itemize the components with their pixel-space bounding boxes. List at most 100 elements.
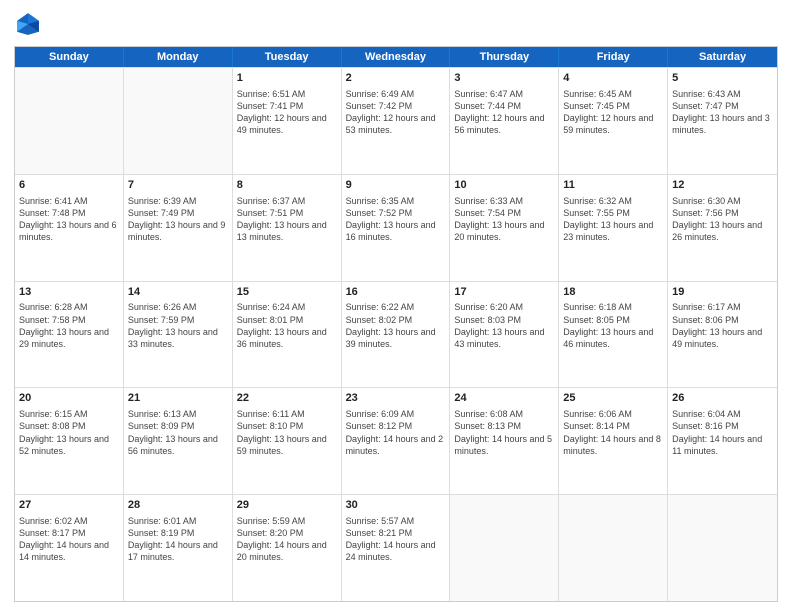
- calendar-cell: 5 Sunrise: 6:43 AM Sunset: 7:47 PM Daylig…: [668, 68, 777, 174]
- weekday-header: Thursday: [450, 47, 559, 67]
- calendar-cell: 7Sunrise: 6:39 AM Sunset: 7:49 PM Daylig…: [124, 175, 233, 281]
- calendar-cell: 27 Sunrise: 6:02 AM Sunset: 8:17 PM Dayli…: [15, 495, 124, 601]
- cell-text: Sunrise: 6:15 AM Sunset: 8:08 PM Dayligh…: [19, 408, 119, 457]
- calendar-cell: [15, 68, 124, 174]
- calendar-row: 13Sunrise: 6:28 AM Sunset: 7:58 PM Dayli…: [15, 281, 777, 388]
- page: SundayMondayTuesdayWednesdayThursdayFrid…: [0, 0, 792, 612]
- calendar-cell: 18Sunrise: 6:18 AM Sunset: 8:05 PM Dayli…: [559, 282, 668, 388]
- cell-text: Sunrise: 6:45 AM Sunset: 7:45 PM Dayligh…: [563, 88, 663, 137]
- weekday-header: Monday: [124, 47, 233, 67]
- cell-text: Sunrise: 6:06 AM Sunset: 8:14 PM Dayligh…: [563, 408, 663, 457]
- weekday-header: Saturday: [668, 47, 777, 67]
- calendar: SundayMondayTuesdayWednesdayThursdayFrid…: [14, 46, 778, 602]
- day-number: 7: [128, 178, 228, 193]
- day-number: 25: [563, 391, 663, 406]
- day-number: 12: [672, 178, 773, 193]
- calendar-cell: 8 Sunrise: 6:37 AM Sunset: 7:51 PM Daylig…: [233, 175, 342, 281]
- calendar-cell: 1 Sunrise: 6:51 AM Sunset: 7:41 PM Daylig…: [233, 68, 342, 174]
- cell-text: Sunrise: 6:08 AM Sunset: 8:13 PM Dayligh…: [454, 408, 554, 457]
- day-number: 18: [563, 285, 663, 300]
- calendar-cell: 26Sunrise: 6:04 AM Sunset: 8:16 PM Dayli…: [668, 388, 777, 494]
- weekday-header: Wednesday: [342, 47, 451, 67]
- cell-text: Sunrise: 6:43 AM Sunset: 7:47 PM Dayligh…: [672, 88, 773, 137]
- calendar-cell: 23 Sunrise: 6:09 AM Sunset: 8:12 PM Dayli…: [342, 388, 451, 494]
- calendar-cell: 29Sunrise: 5:59 AM Sunset: 8:20 PM Dayli…: [233, 495, 342, 601]
- day-number: 21: [128, 391, 228, 406]
- cell-text: Sunrise: 6:41 AM Sunset: 7:48 PM Dayligh…: [19, 195, 119, 244]
- day-number: 30: [346, 498, 446, 513]
- day-number: 27: [19, 498, 119, 513]
- calendar-row: 1 Sunrise: 6:51 AM Sunset: 7:41 PM Daylig…: [15, 67, 777, 174]
- cell-text: Sunrise: 6:26 AM Sunset: 7:59 PM Dayligh…: [128, 301, 228, 350]
- logo: [14, 10, 46, 38]
- day-number: 6: [19, 178, 119, 193]
- day-number: 14: [128, 285, 228, 300]
- calendar-cell: 3 Sunrise: 6:47 AM Sunset: 7:44 PM Daylig…: [450, 68, 559, 174]
- calendar-cell: 24 Sunrise: 6:08 AM Sunset: 8:13 PM Dayli…: [450, 388, 559, 494]
- day-number: 2: [346, 71, 446, 86]
- day-number: 9: [346, 178, 446, 193]
- cell-text: Sunrise: 6:37 AM Sunset: 7:51 PM Dayligh…: [237, 195, 337, 244]
- day-number: 17: [454, 285, 554, 300]
- day-number: 4: [563, 71, 663, 86]
- cell-text: Sunrise: 5:59 AM Sunset: 8:20 PM Dayligh…: [237, 515, 337, 564]
- weekday-header: Sunday: [15, 47, 124, 67]
- day-number: 11: [563, 178, 663, 193]
- calendar-cell: 4 Sunrise: 6:45 AM Sunset: 7:45 PM Daylig…: [559, 68, 668, 174]
- calendar-cell: [450, 495, 559, 601]
- calendar-cell: 15Sunrise: 6:24 AM Sunset: 8:01 PM Dayli…: [233, 282, 342, 388]
- calendar-cell: 10 Sunrise: 6:33 AM Sunset: 7:54 PM Dayli…: [450, 175, 559, 281]
- calendar-cell: 21 Sunrise: 6:13 AM Sunset: 8:09 PM Dayli…: [124, 388, 233, 494]
- cell-text: Sunrise: 6:51 AM Sunset: 7:41 PM Dayligh…: [237, 88, 337, 137]
- day-number: 28: [128, 498, 228, 513]
- cell-text: Sunrise: 6:30 AM Sunset: 7:56 PM Dayligh…: [672, 195, 773, 244]
- calendar-cell: 6 Sunrise: 6:41 AM Sunset: 7:48 PM Daylig…: [15, 175, 124, 281]
- calendar-cell: 14Sunrise: 6:26 AM Sunset: 7:59 PM Dayli…: [124, 282, 233, 388]
- calendar-header: SundayMondayTuesdayWednesdayThursdayFrid…: [15, 47, 777, 67]
- weekday-header: Friday: [559, 47, 668, 67]
- cell-text: Sunrise: 6:47 AM Sunset: 7:44 PM Dayligh…: [454, 88, 554, 137]
- calendar-cell: 30Sunrise: 5:57 AM Sunset: 8:21 PM Dayli…: [342, 495, 451, 601]
- cell-text: Sunrise: 6:17 AM Sunset: 8:06 PM Dayligh…: [672, 301, 773, 350]
- calendar-cell: 22 Sunrise: 6:11 AM Sunset: 8:10 PM Dayli…: [233, 388, 342, 494]
- calendar-cell: 9 Sunrise: 6:35 AM Sunset: 7:52 PM Daylig…: [342, 175, 451, 281]
- calendar-cell: 28 Sunrise: 6:01 AM Sunset: 8:19 PM Dayli…: [124, 495, 233, 601]
- cell-text: Sunrise: 6:49 AM Sunset: 7:42 PM Dayligh…: [346, 88, 446, 137]
- calendar-row: 20Sunrise: 6:15 AM Sunset: 8:08 PM Dayli…: [15, 387, 777, 494]
- cell-text: Sunrise: 6:11 AM Sunset: 8:10 PM Dayligh…: [237, 408, 337, 457]
- calendar-cell: 16Sunrise: 6:22 AM Sunset: 8:02 PM Dayli…: [342, 282, 451, 388]
- cell-text: Sunrise: 6:04 AM Sunset: 8:16 PM Dayligh…: [672, 408, 773, 457]
- cell-text: Sunrise: 6:28 AM Sunset: 7:58 PM Dayligh…: [19, 301, 119, 350]
- calendar-cell: 20Sunrise: 6:15 AM Sunset: 8:08 PM Dayli…: [15, 388, 124, 494]
- cell-text: Sunrise: 6:18 AM Sunset: 8:05 PM Dayligh…: [563, 301, 663, 350]
- calendar-cell: [124, 68, 233, 174]
- cell-text: Sunrise: 6:33 AM Sunset: 7:54 PM Dayligh…: [454, 195, 554, 244]
- calendar-cell: 12 Sunrise: 6:30 AM Sunset: 7:56 PM Dayli…: [668, 175, 777, 281]
- day-number: 24: [454, 391, 554, 406]
- cell-text: Sunrise: 6:35 AM Sunset: 7:52 PM Dayligh…: [346, 195, 446, 244]
- calendar-cell: 13Sunrise: 6:28 AM Sunset: 7:58 PM Dayli…: [15, 282, 124, 388]
- day-number: 10: [454, 178, 554, 193]
- cell-text: Sunrise: 6:02 AM Sunset: 8:17 PM Dayligh…: [19, 515, 119, 564]
- day-number: 13: [19, 285, 119, 300]
- cell-text: Sunrise: 6:09 AM Sunset: 8:12 PM Dayligh…: [346, 408, 446, 457]
- day-number: 16: [346, 285, 446, 300]
- header: [14, 10, 778, 38]
- day-number: 8: [237, 178, 337, 193]
- calendar-row: 27 Sunrise: 6:02 AM Sunset: 8:17 PM Dayli…: [15, 494, 777, 601]
- cell-text: Sunrise: 6:20 AM Sunset: 8:03 PM Dayligh…: [454, 301, 554, 350]
- cell-text: Sunrise: 6:22 AM Sunset: 8:02 PM Dayligh…: [346, 301, 446, 350]
- calendar-cell: [668, 495, 777, 601]
- day-number: 22: [237, 391, 337, 406]
- day-number: 15: [237, 285, 337, 300]
- day-number: 5: [672, 71, 773, 86]
- day-number: 23: [346, 391, 446, 406]
- weekday-header: Tuesday: [233, 47, 342, 67]
- calendar-cell: 2 Sunrise: 6:49 AM Sunset: 7:42 PM Daylig…: [342, 68, 451, 174]
- day-number: 1: [237, 71, 337, 86]
- cell-text: Sunrise: 6:01 AM Sunset: 8:19 PM Dayligh…: [128, 515, 228, 564]
- day-number: 3: [454, 71, 554, 86]
- cell-text: Sunrise: 6:13 AM Sunset: 8:09 PM Dayligh…: [128, 408, 228, 457]
- calendar-row: 6 Sunrise: 6:41 AM Sunset: 7:48 PM Daylig…: [15, 174, 777, 281]
- calendar-cell: 19Sunrise: 6:17 AM Sunset: 8:06 PM Dayli…: [668, 282, 777, 388]
